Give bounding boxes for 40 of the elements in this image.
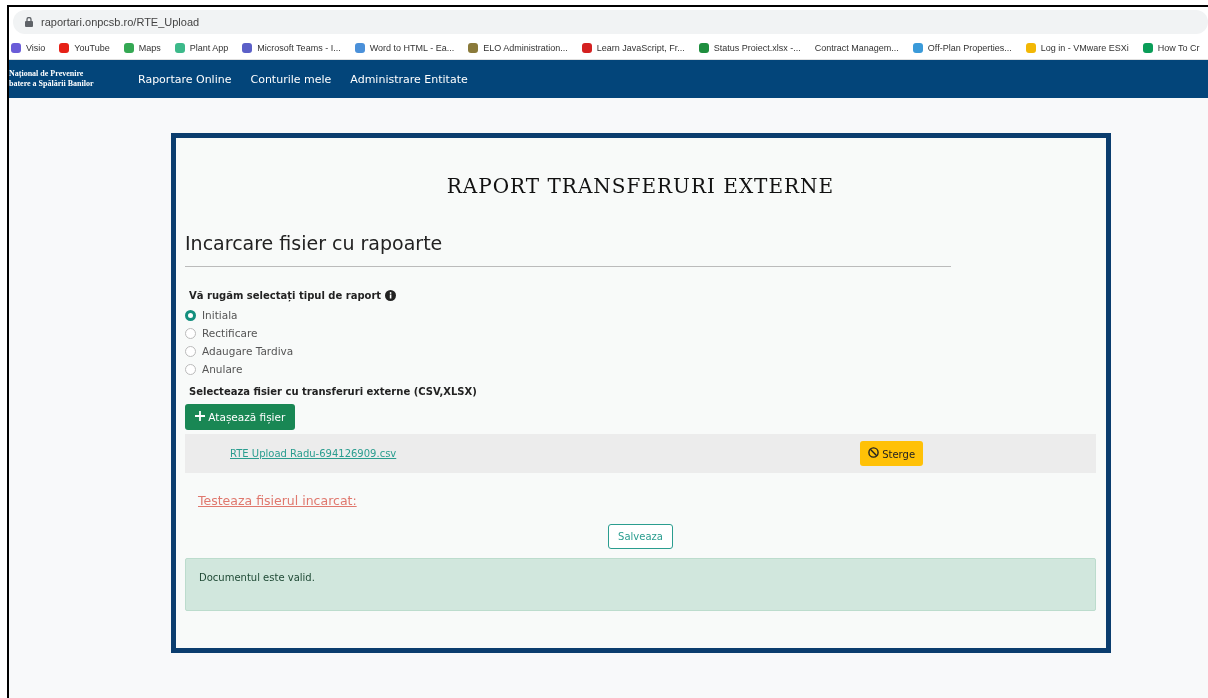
bookmark[interactable]: Word to HTML - Ea...: [354, 43, 455, 53]
lock-icon: [25, 17, 33, 27]
nav-link[interactable]: Conturile mele: [250, 72, 332, 86]
bookmark[interactable]: Status Proiect.xlsx -...: [698, 43, 801, 53]
bookmark[interactable]: ELO Administration...: [468, 43, 568, 53]
bookmark[interactable]: Learn JavaScript, Fr...: [581, 43, 685, 53]
bookmark[interactable]: How To Cr: [1142, 43, 1200, 53]
bookmark[interactable]: Maps: [123, 43, 161, 53]
success-alert: Documentul este valid.: [185, 558, 1096, 611]
bookmark[interactable]: Log in - VMware ESXi: [1025, 43, 1129, 53]
url-text: raportari.onpcsb.ro/RTE_Upload: [41, 16, 200, 28]
plus-icon: [195, 411, 205, 421]
field-label: Selecteaza fisier cu transferuri externe (CSV,XLSX): [189, 386, 478, 397]
radio-button[interactable]: [185, 309, 196, 321]
ban-icon: [868, 447, 879, 458]
radio-option[interactable]: Adaugare Tardiva: [185, 342, 1096, 360]
attach-file-button[interactable]: Atașează fișier: [185, 404, 296, 430]
radio-option[interactable]: Initiala: [185, 306, 1096, 324]
bookmark[interactable]: Plant App: [174, 43, 229, 53]
bookmark[interactable]: Contract Managem...: [814, 43, 899, 53]
info-icon[interactable]: [385, 290, 397, 301]
bookmark[interactable]: Off-Plan Properties...: [912, 43, 1012, 53]
field-label: Vă rugăm selectați tipul de raport: [189, 290, 382, 301]
radio-option[interactable]: Rectificare: [185, 324, 1096, 342]
brand-text: batere a Spălării Banilor: [9, 79, 95, 89]
bookmark[interactable]: YouTube: [59, 43, 110, 53]
radio-button[interactable]: [185, 345, 196, 357]
delete-button[interactable]: Sterge: [860, 441, 924, 466]
radio-option[interactable]: Anulare: [185, 360, 1096, 378]
address-bar[interactable]: raportari.onpcsb.ro/RTE_Upload: [13, 10, 1208, 34]
bookmark[interactable]: Microsoft Teams - I...: [242, 43, 341, 53]
radio-button[interactable]: [185, 327, 196, 339]
nav-link[interactable]: Raportare Online: [138, 72, 232, 86]
nav-link[interactable]: Administrare Entitate: [350, 72, 468, 86]
section-heading: Incarcare fisier cu rapoarte: [185, 232, 444, 254]
brand-text: Național de Prevenire: [9, 69, 85, 79]
save-button[interactable]: Salveaza: [608, 524, 673, 549]
page-title: RAPORT TRANSFERURI EXTERNE: [445, 174, 836, 198]
bookmark[interactable]: Visio: [11, 43, 46, 53]
radio-button[interactable]: [185, 363, 196, 375]
